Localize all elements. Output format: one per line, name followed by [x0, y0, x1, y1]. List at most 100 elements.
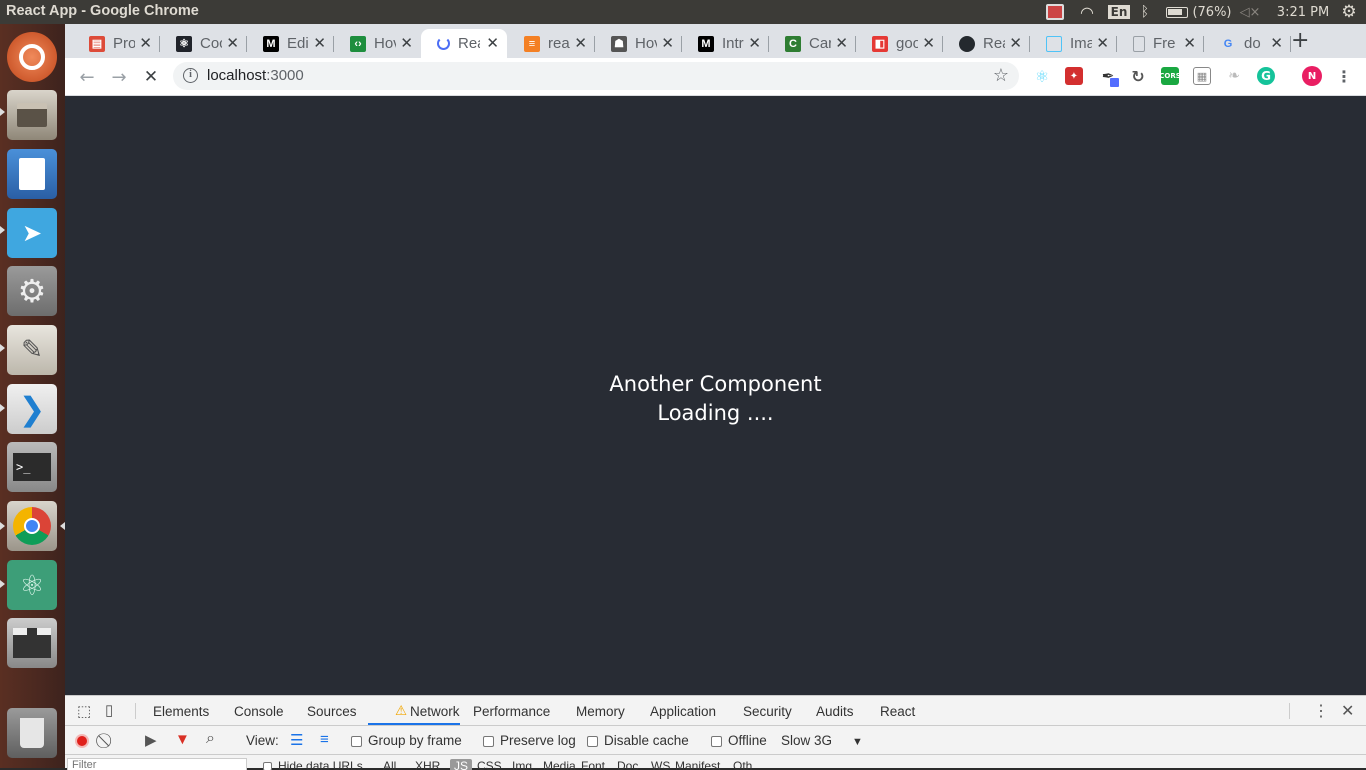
tab-4[interactable]: Rea ✕ [421, 29, 507, 58]
video-editor-icon[interactable] [7, 618, 57, 668]
extension-red-icon[interactable]: ✦ [1065, 67, 1083, 85]
preserve-log-checkbox[interactable]: Preserve log [483, 733, 576, 748]
site-info-icon[interactable]: i [183, 68, 198, 83]
screen-record-icon[interactable] [1044, 0, 1066, 24]
tab-2[interactable]: M Edi ✕ [247, 29, 334, 58]
ubuntu-logo-icon[interactable] [7, 32, 57, 82]
filter-input[interactable] [67, 758, 247, 770]
tab-11[interactable]: Ima ✕ [1030, 29, 1117, 58]
keyboard-layout-indicator[interactable]: En [1107, 0, 1131, 24]
back-button[interactable]: ← [75, 65, 99, 89]
tab-close-icon[interactable]: ✕ [574, 34, 587, 52]
grid-extension-icon[interactable]: ▦ [1193, 67, 1211, 85]
sync-extension-icon[interactable]: ↻ [1129, 67, 1147, 86]
react-devtools-extension-icon[interactable]: ⚛ [1033, 67, 1051, 86]
large-rows-icon[interactable]: ☰ [290, 731, 303, 749]
type-filter-manifest[interactable]: Manifest [675, 759, 720, 770]
waterfall-overview-icon[interactable]: ≡ [320, 731, 329, 748]
tab-close-icon[interactable]: ✕ [139, 34, 152, 52]
devtools-tab-performance[interactable]: Performance [473, 704, 550, 719]
device-toolbar-icon[interactable]: ▯ [105, 701, 113, 719]
profile-avatar[interactable]: N [1302, 66, 1322, 86]
tab-9[interactable]: ◧ goo ✕ [856, 29, 943, 58]
grammarly-extension-icon[interactable]: G [1257, 67, 1275, 85]
offline-checkbox[interactable]: Offline [711, 733, 767, 748]
text-editor-icon[interactable]: ✎ [7, 325, 57, 375]
devtools-tab-console[interactable]: Console [234, 704, 284, 719]
trash-icon[interactable] [7, 708, 57, 758]
devtools-tab-application[interactable]: Application [650, 704, 716, 719]
tab-close-icon[interactable]: ✕ [1270, 34, 1283, 52]
clock[interactable]: 3:21 PM [1274, 0, 1332, 24]
writer-icon[interactable] [7, 149, 57, 199]
disable-cache-checkbox[interactable]: Disable cache [587, 733, 689, 748]
tab-12[interactable]: Fre ✕ [1117, 29, 1204, 58]
address-bar[interactable]: i localhost:3000 ☆ [173, 62, 1019, 90]
filter-icon[interactable]: ▼ [175, 731, 190, 748]
devtools-tab-security[interactable]: Security [743, 704, 792, 719]
tab-close-icon[interactable]: ✕ [1183, 34, 1196, 52]
tab-1[interactable]: ⚛ Coc✕ [160, 29, 247, 58]
search-icon[interactable]: ⌕ [206, 730, 215, 748]
telegram-icon[interactable]: ➤ [7, 208, 57, 258]
volume-muted-icon[interactable]: ◁× [1240, 0, 1261, 24]
leaf-extension-icon[interactable]: ❧ [1225, 67, 1243, 85]
tab-close-icon[interactable]: ✕ [313, 34, 326, 52]
type-filter-xhr[interactable]: XHR [415, 759, 440, 770]
tab-0[interactable]: ▤ Pro ✕ [73, 29, 160, 58]
record-button[interactable] [75, 734, 89, 748]
devtools-menu-icon[interactable]: ⋮ [1313, 701, 1329, 721]
tab-5[interactable]: ≡ rea ✕ [508, 29, 595, 58]
cors-extension-icon[interactable]: CORS [1159, 67, 1181, 85]
devtools-tab-memory[interactable]: Memory [576, 704, 625, 719]
throttling-select[interactable]: Slow 3G ▼ [781, 733, 863, 748]
devtools-tab-react[interactable]: React [880, 704, 915, 719]
type-filter-all[interactable]: All [383, 759, 396, 770]
type-filter-oth[interactable]: Oth [733, 759, 752, 770]
type-filter-media[interactable]: Media [543, 759, 576, 770]
vscode-icon[interactable]: ❯ [7, 384, 57, 434]
tab-10[interactable]: Rea✕ [943, 29, 1030, 58]
bookmark-star-icon[interactable]: ☆ [993, 65, 1009, 86]
tab-close-icon[interactable]: ✕ [835, 34, 848, 52]
tab-close-icon[interactable]: ✕ [922, 34, 935, 52]
tab-close-icon[interactable]: ✕ [748, 34, 761, 52]
inspect-element-icon[interactable]: ⬚ [77, 702, 91, 720]
tab-close-icon[interactable]: ✕ [1009, 34, 1022, 52]
tab-6[interactable]: ☗ Hov✕ [595, 29, 682, 58]
settings-icon[interactable]: ⚙ [7, 266, 57, 316]
devtools-tab-sources[interactable]: Sources [307, 704, 357, 719]
browser-menu-icon[interactable]: ⋮ [1335, 67, 1353, 86]
capture-screenshots-icon[interactable]: ▶ [145, 731, 157, 749]
type-filter-ws[interactable]: WS [651, 759, 670, 770]
bluetooth-icon[interactable]: ᛒ [1137, 0, 1153, 24]
type-filter-img[interactable]: Img [512, 759, 532, 770]
system-settings-gear-icon[interactable]: ⚙ [1338, 0, 1360, 24]
type-filter-font[interactable]: Font [581, 759, 605, 770]
tab-7[interactable]: M Intr ✕ [682, 29, 769, 58]
type-filter-doc[interactable]: Doc [617, 759, 638, 770]
color-picker-extension-icon[interactable]: ✒ [1099, 67, 1119, 87]
stop-loading-button[interactable]: ✕ [139, 65, 163, 89]
tab-8[interactable]: C Car ✕ [769, 29, 856, 58]
tab-close-icon[interactable]: ✕ [400, 34, 413, 52]
tab-13[interactable]: Gdo ✕ [1204, 29, 1291, 58]
tab-close-icon[interactable]: ✕ [661, 34, 674, 52]
battery-indicator[interactable]: (76%) [1161, 0, 1237, 24]
tab-3[interactable]: ‹› Hov✕ [334, 29, 421, 58]
atom-icon[interactable]: ⚛ [7, 560, 57, 610]
type-filter-js[interactable]: JS [450, 759, 473, 770]
new-tab-button[interactable]: + [1291, 28, 1309, 53]
tab-close-icon[interactable]: ✕ [226, 34, 239, 52]
forward-button[interactable]: → [107, 65, 131, 89]
devtools-close-icon[interactable]: ✕ [1341, 701, 1354, 721]
devtools-tab-audits[interactable]: Audits [816, 704, 854, 719]
chrome-icon[interactable] [7, 501, 57, 551]
devtools-tab-elements[interactable]: Elements [153, 704, 209, 719]
files-icon[interactable] [7, 90, 57, 140]
hide-data-urls-checkbox[interactable]: Hide data URLs [263, 759, 363, 770]
type-filter-css[interactable]: CSS [477, 759, 502, 770]
wifi-icon[interactable]: ◠ [1075, 0, 1099, 24]
group-by-frame-checkbox[interactable]: Group by frame [351, 733, 462, 748]
tab-close-icon[interactable]: ✕ [1096, 34, 1109, 52]
